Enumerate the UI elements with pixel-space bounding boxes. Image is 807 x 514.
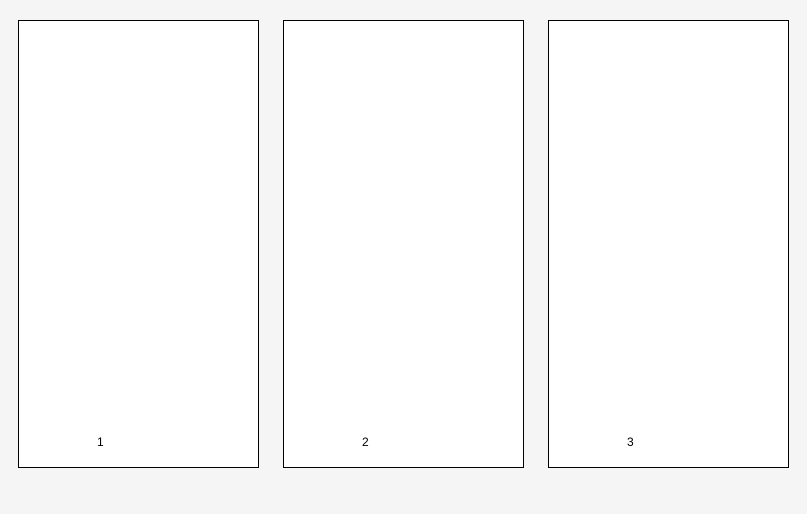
page-number: 3 (627, 435, 634, 449)
page-3: 3 (548, 20, 789, 468)
page-1: 1 (18, 20, 259, 468)
page-number: 2 (362, 435, 369, 449)
page-number: 1 (97, 435, 104, 449)
page-2: 2 (283, 20, 524, 468)
page-container: 1 2 3 (0, 0, 807, 488)
